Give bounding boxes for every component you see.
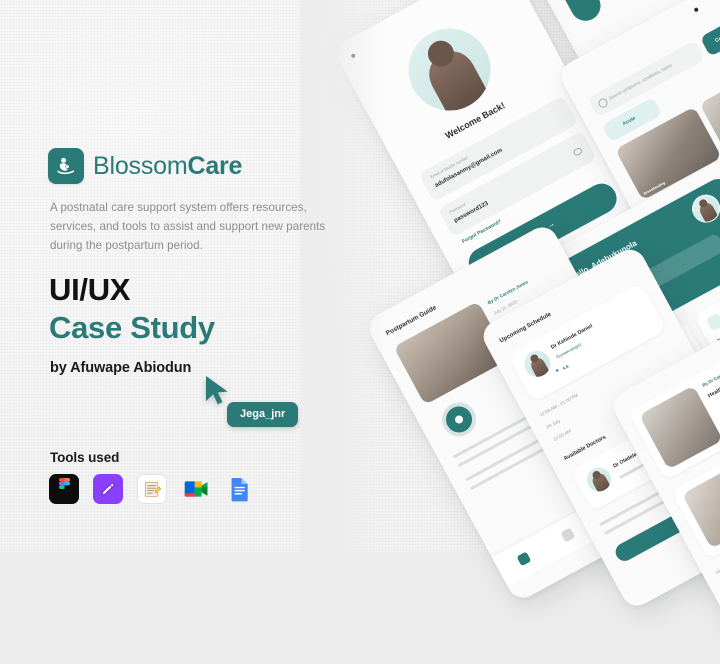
tools-used-label: Tools used: [50, 450, 120, 465]
play-button[interactable]: [441, 401, 477, 438]
brand-row: BlossomCare: [48, 148, 242, 184]
search-icon: [596, 96, 610, 110]
headline-case-study: Case Study: [49, 310, 215, 345]
blossomcare-logo-icon: [48, 148, 84, 184]
schedule-date: 04 July: [545, 418, 561, 430]
notepad-pencil-icon[interactable]: [137, 474, 167, 504]
mockup-collage: About Book Appointment Years of Experien…: [318, 0, 720, 664]
brand-name: BlossomCare: [93, 152, 242, 181]
nav-search-icon[interactable]: [560, 527, 576, 543]
google-docs-icon[interactable]: [225, 474, 255, 504]
article-thumb: [638, 385, 720, 470]
brand-name-light: Blossom: [93, 151, 188, 180]
figma-icon[interactable]: [49, 474, 79, 504]
avatar: [519, 346, 555, 382]
article-thumb: [681, 464, 720, 549]
left-content-column: BlossomCare A postnatal care support sys…: [48, 0, 358, 552]
rating: 4.5: [561, 363, 570, 371]
google-meet-icon[interactable]: [181, 474, 211, 504]
schedule-time: 11:00 AM - 01:00 PM: [538, 392, 579, 418]
tools-row: [49, 474, 255, 504]
headline-uiux: UI/UX: [49, 272, 131, 307]
cursor-group: Jega_jnr: [203, 374, 343, 434]
avatar[interactable]: [687, 189, 720, 228]
purple-pen-icon[interactable]: [93, 474, 123, 504]
eye-icon[interactable]: [572, 146, 584, 158]
brand-name-bold: Care: [187, 151, 243, 180]
tab-conditions[interactable]: Conditions: [699, 9, 720, 57]
schedule-hour: 10:00 AM: [552, 428, 572, 442]
star-icon: ★: [554, 367, 561, 375]
avatar: [582, 463, 616, 496]
status-dot: [693, 7, 699, 13]
cursor-name-tag: Jega_jnr: [227, 402, 299, 427]
byline-author: by Afuwape Abiodun: [50, 360, 192, 376]
guide-author: By Dr Carolyn Jones: [486, 279, 529, 306]
nav-home-icon[interactable]: [516, 551, 532, 567]
tagline-text: A postnatal care support system offers r…: [50, 201, 326, 252]
